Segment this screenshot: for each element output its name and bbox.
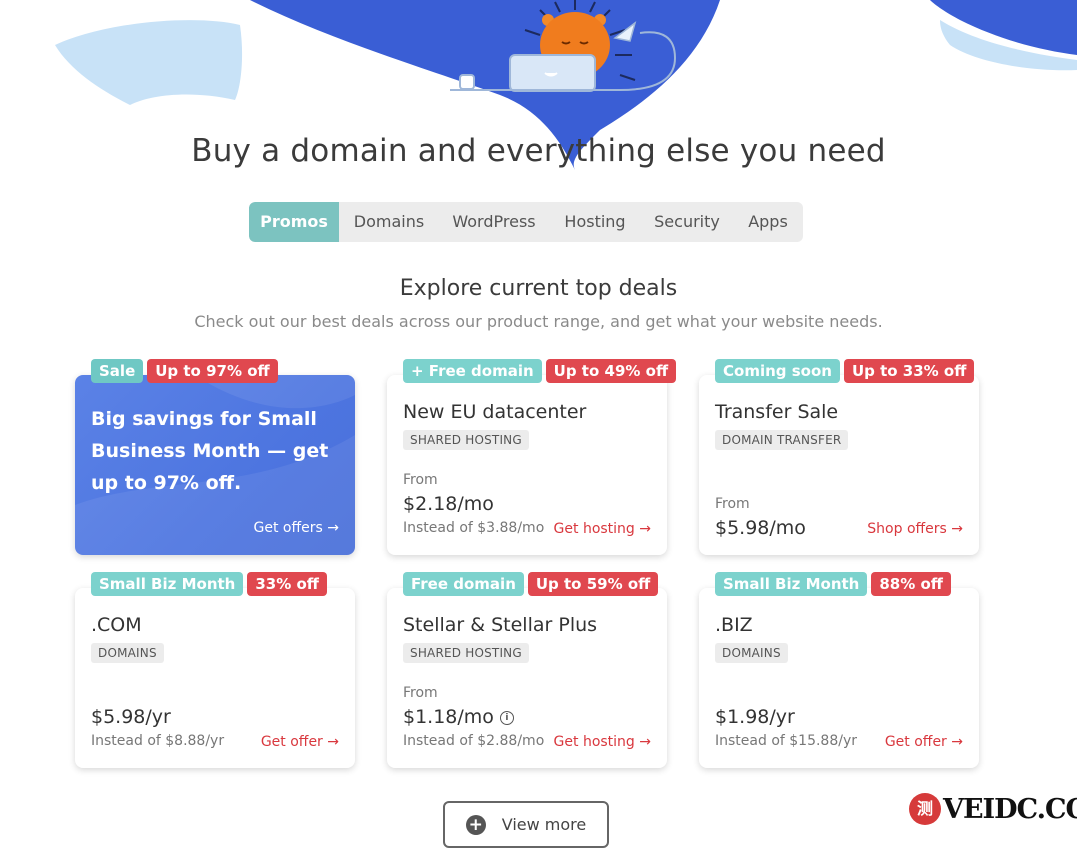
- get-offer-link[interactable]: Get offer →: [885, 734, 963, 750]
- badge-sale: Sale: [91, 359, 144, 383]
- card-title: Stellar & Stellar Plus: [403, 614, 598, 636]
- category-chip: DOMAINS: [715, 643, 788, 663]
- section-title: Explore current top deals: [399, 276, 678, 301]
- badge-small-biz: Small Biz Month: [91, 572, 244, 596]
- get-hosting-link[interactable]: Get hosting →: [554, 521, 651, 537]
- original-price: Instead of $2.88/mo: [403, 733, 545, 749]
- price-row: $1.18/mo i: [403, 706, 514, 728]
- deal-card-transfer-sale[interactable]: Coming soon Up to 33% off Transfer Sale …: [699, 359, 979, 555]
- tab-domains[interactable]: Domains: [339, 202, 439, 242]
- mascot-illustration: [450, 0, 677, 92]
- card-title: New EU datacenter: [403, 401, 587, 423]
- badge-free-domain: + Free domain: [403, 359, 542, 383]
- view-more-label: View more: [501, 815, 587, 834]
- view-more-button[interactable]: + View more: [443, 801, 609, 848]
- category-chip: DOMAIN TRANSFER: [715, 430, 849, 450]
- get-offers-link[interactable]: Get offers →: [254, 520, 339, 536]
- category-chip: SHARED HOSTING: [403, 430, 529, 450]
- price: $1.18/mo: [403, 706, 494, 728]
- get-offer-link[interactable]: Get offer →: [261, 734, 339, 750]
- card-badges: Coming soon Up to 33% off: [715, 359, 975, 383]
- price: $5.98/yr: [91, 706, 171, 728]
- deal-card-promo[interactable]: Sale Up to 97% off Big savings for Small…: [75, 359, 355, 555]
- price: $2.18/mo: [403, 493, 494, 515]
- deal-card-biz[interactable]: Small Biz Month 88% off .BIZ DOMAINS $1.…: [699, 572, 979, 768]
- tab-promos[interactable]: Promos: [249, 202, 339, 242]
- card-badges: Free domain Up to 59% off: [403, 572, 659, 596]
- info-icon[interactable]: i: [499, 710, 514, 725]
- badge-small-biz: Small Biz Month: [715, 572, 868, 596]
- tab-wordpress[interactable]: WordPress: [439, 202, 549, 242]
- card-title: Transfer Sale: [715, 401, 839, 423]
- deal-card-com[interactable]: Small Biz Month 33% off .COM DOMAINS $5.…: [75, 572, 355, 768]
- badge-discount: Up to 59% off: [527, 572, 659, 596]
- watermark: 测 VEIDC.COM: [909, 792, 1077, 826]
- badge-discount: 88% off: [871, 572, 951, 596]
- badge-discount: Up to 97% off: [147, 359, 278, 383]
- original-price: Instead of $15.88/yr: [715, 733, 858, 749]
- card-badges: + Free domain Up to 49% off: [403, 359, 677, 383]
- from-label: From: [715, 496, 750, 512]
- watermark-logo: 测: [909, 793, 941, 825]
- card-badges: Sale Up to 97% off: [91, 359, 278, 383]
- section-subtitle: Check out our best deals across our prod…: [194, 312, 883, 331]
- get-hosting-link[interactable]: Get hosting →: [554, 734, 651, 750]
- badge-coming-soon: Coming soon: [715, 359, 840, 383]
- plus-circle-icon: +: [465, 814, 486, 835]
- card-badges: Small Biz Month 88% off: [715, 572, 951, 596]
- watermark-text: VEIDC.COM: [943, 793, 1077, 825]
- from-label: From: [403, 685, 438, 701]
- badge-free-domain: Free domain: [403, 572, 524, 596]
- tab-security[interactable]: Security: [641, 202, 733, 242]
- card-title: .COM: [91, 614, 142, 636]
- category-tabs: Promos Domains WordPress Hosting Securit…: [249, 202, 803, 242]
- promo-text: Big savings for Small Business Month — g…: [91, 408, 329, 494]
- category-chip: SHARED HOSTING: [403, 643, 529, 663]
- shop-offers-link[interactable]: Shop offers →: [867, 521, 963, 537]
- badge-discount: Up to 33% off: [843, 359, 975, 383]
- price: $5.98/mo: [715, 517, 806, 539]
- tab-apps[interactable]: Apps: [733, 202, 803, 242]
- tab-hosting[interactable]: Hosting: [549, 202, 641, 242]
- price: $1.98/yr: [715, 706, 795, 728]
- original-price: Instead of $8.88/yr: [91, 733, 225, 749]
- original-price: Instead of $3.88/mo: [403, 520, 545, 536]
- category-chip: DOMAINS: [91, 643, 164, 663]
- deal-card-stellar[interactable]: Free domain Up to 59% off Stellar & Stel…: [387, 572, 667, 768]
- from-label: From: [403, 472, 438, 488]
- card-title: .BIZ: [715, 614, 753, 636]
- badge-discount: 33% off: [247, 572, 327, 596]
- card-badges: Small Biz Month 33% off: [91, 572, 327, 596]
- deal-card-eu-datacenter[interactable]: + Free domain Up to 49% off New EU datac…: [387, 359, 677, 555]
- page-headline: Buy a domain and everything else you nee…: [191, 133, 886, 169]
- badge-discount: Up to 49% off: [545, 359, 677, 383]
